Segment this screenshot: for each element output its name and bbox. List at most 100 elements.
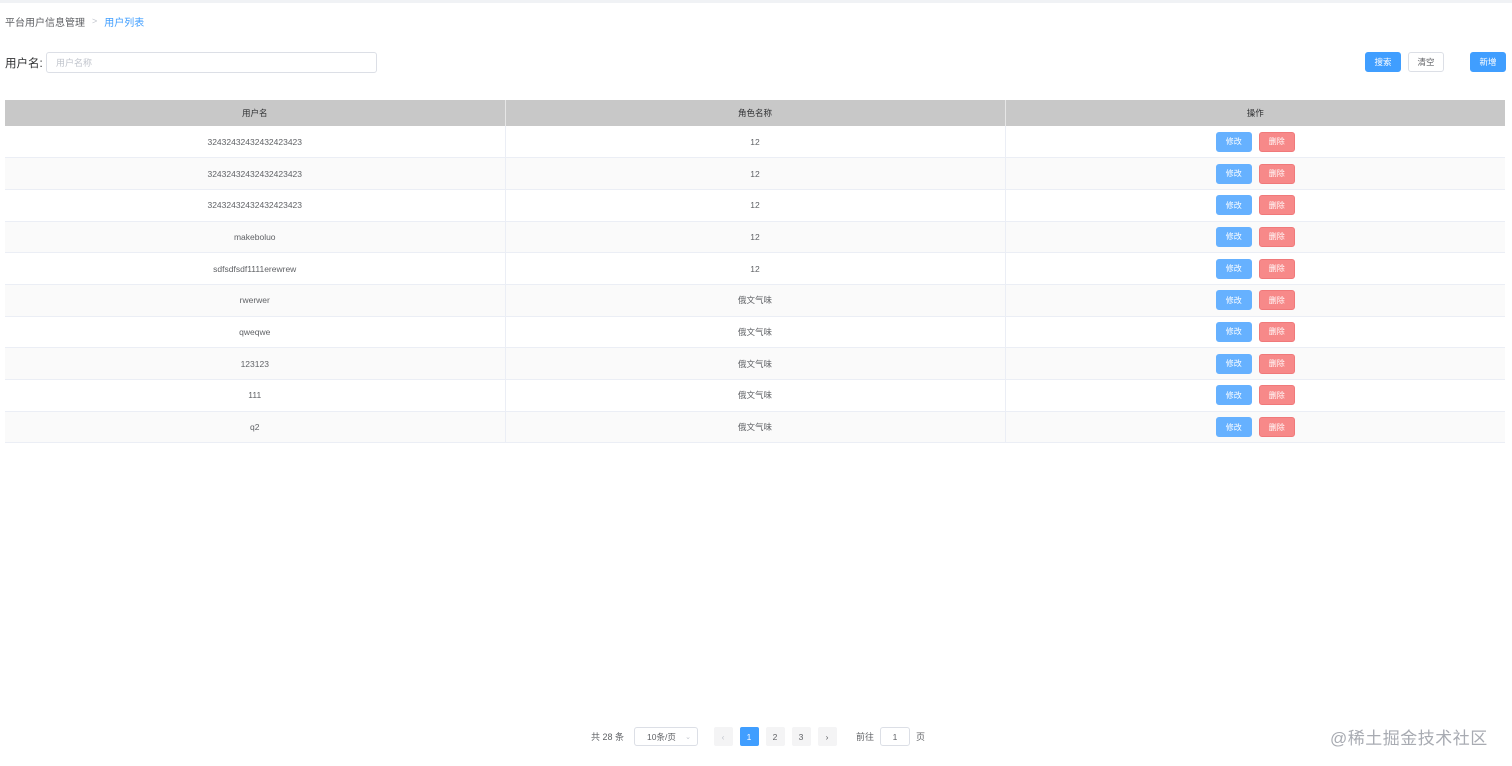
watermark: @稀土掘金技术社区 xyxy=(1330,729,1488,748)
cell-role: 12 xyxy=(505,157,1006,190)
cell-role: 12 xyxy=(505,221,1006,254)
row-actions: 修改 删除 xyxy=(1006,226,1506,247)
delete-button[interactable]: 删除 xyxy=(1258,385,1295,406)
page-size-select[interactable]: 10条/页 ⌄ xyxy=(634,727,699,746)
row-actions: 修改 删除 xyxy=(1006,163,1506,184)
cell-actions: 修改 删除 xyxy=(1005,252,1506,285)
row-actions: 修改 删除 xyxy=(1006,385,1506,406)
delete-button[interactable]: 删除 xyxy=(1258,195,1295,216)
cell-actions: 修改 删除 xyxy=(1005,284,1506,317)
chevron-down-icon: ⌄ xyxy=(685,733,692,741)
table-body: 32432432432432423423 12 修改 删除 32432432432432… xyxy=(5,126,1506,444)
breadcrumb: 平台用户信息管理 > 用户列表 xyxy=(5,14,145,29)
edit-button[interactable]: 修改 xyxy=(1215,131,1252,152)
delete-button[interactable]: 删除 xyxy=(1258,226,1295,247)
edit-button[interactable]: 修改 xyxy=(1215,163,1252,184)
cell-username: rwerwer xyxy=(5,284,506,317)
prev-page-button[interactable]: ‹ xyxy=(713,727,733,746)
table-row: makeboluo 12 修改 删除 xyxy=(5,221,1506,254)
cell-username: sdfsdfsdf1111erewrew xyxy=(5,252,506,285)
cell-role: 俄文气味 xyxy=(505,347,1006,380)
cell-username: 32432432432432423423 xyxy=(5,157,506,190)
cell-actions: 修改 删除 xyxy=(1005,316,1506,349)
cell-username: 111 xyxy=(5,379,506,412)
breadcrumb-current: 用户列表 xyxy=(104,17,145,29)
cell-role: 12 xyxy=(505,252,1006,285)
edit-button[interactable]: 修改 xyxy=(1215,226,1252,247)
next-page-button[interactable]: › xyxy=(817,727,837,746)
row-actions: 修改 删除 xyxy=(1006,290,1506,311)
delete-button[interactable]: 删除 xyxy=(1258,353,1295,374)
cell-role: 俄文气味 xyxy=(505,411,1006,444)
cell-role: 12 xyxy=(505,189,1006,222)
edit-button[interactable]: 修改 xyxy=(1215,353,1252,374)
clear-button[interactable]: 清空 xyxy=(1408,52,1444,72)
table-row: 111 俄文气味 修改 删除 xyxy=(5,379,1506,412)
delete-button[interactable]: 删除 xyxy=(1258,417,1295,438)
pagination: 共 28 条 10条/页 ⌄ ‹ 1 2 3 › 前往 页 xyxy=(591,727,925,746)
edit-button[interactable]: 修改 xyxy=(1215,321,1252,342)
cell-username: 32432432432432423423 xyxy=(5,189,506,222)
row-actions: 修改 删除 xyxy=(1006,195,1506,216)
table-row: q2 俄文气味 修改 删除 xyxy=(5,411,1506,444)
header-username: 用户名 xyxy=(5,100,506,126)
chevron-right-icon: › xyxy=(825,731,829,742)
page-button-1[interactable]: 1 xyxy=(739,727,759,746)
chevron-left-icon: ‹ xyxy=(721,731,725,742)
cell-username: 32432432432432423423 xyxy=(5,126,506,159)
edit-button[interactable]: 修改 xyxy=(1215,385,1252,406)
search-button[interactable]: 搜索 xyxy=(1365,52,1401,72)
table-row: 32432432432432423423 12 修改 删除 xyxy=(5,189,1506,222)
jump-suffix: 页 xyxy=(916,732,926,742)
page-size-value: 10条/页 xyxy=(647,731,676,742)
edit-button[interactable]: 修改 xyxy=(1215,290,1252,311)
table-row: sdfsdfsdf1111erewrew 12 修改 删除 xyxy=(5,252,1506,285)
row-actions: 修改 删除 xyxy=(1006,353,1506,374)
row-actions: 修改 删除 xyxy=(1006,321,1506,342)
user-table: 用户名 角色名称 操作 32432432432432423423 12 修改 删除 32… xyxy=(5,100,1506,444)
jump-label: 前往 xyxy=(856,732,875,742)
table-row: 32432432432432423423 12 修改 删除 xyxy=(5,157,1506,190)
delete-button[interactable]: 删除 xyxy=(1258,131,1295,152)
cell-username: qweqwe xyxy=(5,316,506,349)
delete-button[interactable]: 删除 xyxy=(1258,163,1295,184)
delete-button[interactable]: 删除 xyxy=(1258,258,1295,279)
header-role: 角色名称 xyxy=(505,100,1006,126)
table-row: rwerwer 俄文气味 修改 删除 xyxy=(5,284,1506,317)
cell-role: 俄文气味 xyxy=(505,379,1006,412)
row-actions: 修改 删除 xyxy=(1006,131,1506,152)
add-button[interactable]: 新增 xyxy=(1470,52,1506,72)
breadcrumb-parent[interactable]: 平台用户信息管理 xyxy=(5,14,85,29)
table-row: qweqwe 俄文气味 修改 删除 xyxy=(5,316,1506,349)
cell-username: 123123 xyxy=(5,347,506,380)
cell-actions: 修改 删除 xyxy=(1005,126,1506,159)
table-row: 32432432432432423423 12 修改 删除 xyxy=(5,126,1506,159)
breadcrumb-separator-icon: > xyxy=(92,16,98,26)
username-label: 用户名: xyxy=(5,58,43,70)
edit-button[interactable]: 修改 xyxy=(1215,258,1252,279)
cell-role: 俄文气味 xyxy=(505,316,1006,349)
cell-actions: 修改 删除 xyxy=(1005,221,1506,254)
cell-username: makeboluo xyxy=(5,221,506,254)
jump-page-input[interactable] xyxy=(880,727,911,746)
cell-role: 12 xyxy=(505,126,1006,159)
edit-button[interactable]: 修改 xyxy=(1215,417,1252,438)
page-button-2[interactable]: 2 xyxy=(765,727,785,746)
delete-button[interactable]: 删除 xyxy=(1258,290,1295,311)
cell-actions: 修改 删除 xyxy=(1005,411,1506,444)
delete-button[interactable]: 删除 xyxy=(1258,321,1295,342)
edit-button[interactable]: 修改 xyxy=(1215,195,1252,216)
username-search-input[interactable] xyxy=(46,52,377,73)
row-actions: 修改 删除 xyxy=(1006,417,1506,438)
row-actions: 修改 删除 xyxy=(1006,258,1506,279)
top-strip xyxy=(0,0,1512,3)
header-actions: 操作 xyxy=(1005,100,1505,126)
cell-role: 俄文气味 xyxy=(505,284,1006,317)
table-row: 123123 俄文气味 修改 删除 xyxy=(5,347,1506,380)
pagination-total: 共 28 条 xyxy=(591,732,625,742)
table-header-row: 用户名 角色名称 操作 xyxy=(5,100,1505,126)
page-button-3[interactable]: 3 xyxy=(791,727,811,746)
cell-actions: 修改 删除 xyxy=(1005,157,1506,190)
cell-username: q2 xyxy=(5,411,506,444)
cell-actions: 修改 删除 xyxy=(1005,189,1506,222)
